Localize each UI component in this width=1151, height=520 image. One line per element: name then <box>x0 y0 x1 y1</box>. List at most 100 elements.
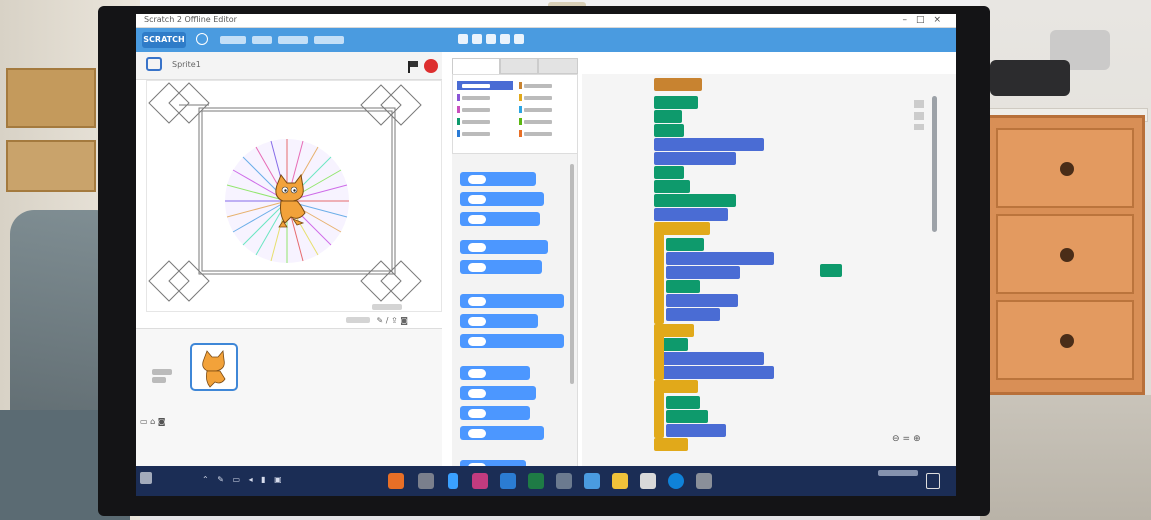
excel-icon[interactable] <box>528 473 544 489</box>
script-block[interactable] <box>666 424 726 437</box>
stage-thumbnail-label[interactable] <box>152 369 172 385</box>
word-icon[interactable] <box>500 473 516 489</box>
script-block[interactable] <box>666 238 704 251</box>
number-input[interactable] <box>468 242 486 252</box>
script-block[interactable] <box>666 266 740 279</box>
notifications-icon[interactable] <box>926 473 940 489</box>
number-input[interactable] <box>468 428 486 438</box>
number-input[interactable] <box>468 214 486 224</box>
menu-edit[interactable] <box>252 36 272 44</box>
menu-tips[interactable] <box>278 36 308 44</box>
category-item[interactable] <box>519 117 575 126</box>
help-icon[interactable] <box>514 34 524 44</box>
motion-block[interactable] <box>460 212 540 226</box>
script-block[interactable] <box>654 180 690 193</box>
scripts-scrollbar[interactable] <box>932 96 937 232</box>
number-input[interactable] <box>468 408 486 418</box>
stop-icon[interactable] <box>424 59 438 73</box>
shrink-icon[interactable] <box>500 34 510 44</box>
script-block[interactable] <box>654 194 736 207</box>
menu-about[interactable] <box>314 36 344 44</box>
script-block[interactable] <box>654 152 736 165</box>
duplicate-icon[interactable] <box>458 34 468 44</box>
taskbar-search[interactable] <box>140 472 184 490</box>
number-input[interactable] <box>468 296 486 306</box>
motion-block[interactable] <box>460 426 544 440</box>
brush-icon[interactable]: / <box>386 316 389 325</box>
script-block[interactable] <box>666 294 738 307</box>
number-input[interactable] <box>468 174 486 184</box>
motion-block[interactable] <box>460 314 538 328</box>
presentation-mode-icon[interactable] <box>146 57 162 71</box>
script-block[interactable] <box>820 264 842 277</box>
grow-icon[interactable] <box>486 34 496 44</box>
tab-scripts[interactable] <box>452 58 500 74</box>
menu-file[interactable] <box>220 36 246 44</box>
category-item[interactable] <box>457 81 513 90</box>
motion-block[interactable] <box>460 406 530 420</box>
motion-block[interactable] <box>460 260 542 274</box>
file-explorer-icon[interactable] <box>418 473 434 489</box>
category-item[interactable] <box>457 93 513 102</box>
category-item[interactable] <box>457 117 513 126</box>
script-block[interactable] <box>666 396 700 409</box>
category-item[interactable] <box>457 129 513 138</box>
system-tray-icons[interactable]: ⌃ ✎ ▭ ◂ ▮ ▣ <box>202 475 285 484</box>
scripts-area[interactable] <box>582 74 956 472</box>
stage-canvas[interactable] <box>146 80 442 312</box>
palette-scrollbar[interactable] <box>570 164 574 384</box>
script-block[interactable] <box>666 308 720 321</box>
acrobat-icon[interactable] <box>472 473 488 489</box>
zoom-controls[interactable]: ⊖=⊕ <box>892 434 924 444</box>
store-icon[interactable] <box>696 473 712 489</box>
motion-block[interactable] <box>460 366 530 380</box>
motion-block[interactable] <box>460 172 536 186</box>
chrome-icon[interactable] <box>612 473 628 489</box>
script-block[interactable] <box>666 410 708 423</box>
window-controls[interactable]: –□× <box>902 15 950 25</box>
camera-icon[interactable]: ◙ <box>400 316 408 325</box>
script-block[interactable] <box>654 124 684 137</box>
globe-icon[interactable] <box>196 33 208 45</box>
category-item[interactable] <box>519 129 575 138</box>
script-block[interactable] <box>654 208 728 221</box>
motion-block[interactable] <box>460 240 548 254</box>
script-block[interactable] <box>654 138 764 151</box>
number-input[interactable] <box>468 388 486 398</box>
scratch-taskbar-icon[interactable] <box>584 473 600 489</box>
office-icon[interactable] <box>388 473 404 489</box>
paint-sprite-icon[interactable]: ✎ <box>377 316 384 325</box>
number-input[interactable] <box>468 194 486 204</box>
category-item[interactable] <box>519 105 575 114</box>
script-block[interactable] <box>654 438 688 451</box>
category-item[interactable] <box>457 105 513 114</box>
sprite-thumbnail[interactable] <box>190 343 238 391</box>
number-input[interactable] <box>468 316 486 326</box>
script-block[interactable] <box>666 280 700 293</box>
delete-icon[interactable] <box>472 34 482 44</box>
taskbar-clock[interactable] <box>838 470 918 492</box>
script-block[interactable] <box>654 166 684 179</box>
tab-costumes[interactable] <box>500 58 538 74</box>
number-input[interactable] <box>468 368 486 378</box>
edge-icon[interactable] <box>668 473 684 489</box>
upload-sprite-icon[interactable]: ⇪ <box>391 316 398 325</box>
category-item[interactable] <box>519 81 575 90</box>
motion-block[interactable] <box>460 334 564 348</box>
app-icon[interactable] <box>556 473 572 489</box>
motion-block[interactable] <box>460 386 536 400</box>
motion-block[interactable] <box>460 192 544 206</box>
task-view-icon[interactable] <box>448 473 458 489</box>
script-block[interactable] <box>654 96 698 109</box>
script-block[interactable] <box>654 352 764 365</box>
motion-block[interactable] <box>460 294 564 308</box>
new-backdrop-tools[interactable]: ▭ ⌂ ◙ <box>140 417 165 426</box>
notepad-icon[interactable] <box>640 473 656 489</box>
category-item[interactable] <box>519 93 575 102</box>
script-block[interactable] <box>654 366 774 379</box>
tab-sounds[interactable] <box>538 58 578 74</box>
number-input[interactable] <box>468 262 486 272</box>
script-block[interactable] <box>654 78 702 91</box>
number-input[interactable] <box>468 336 486 346</box>
green-flag-icon[interactable] <box>408 61 418 73</box>
